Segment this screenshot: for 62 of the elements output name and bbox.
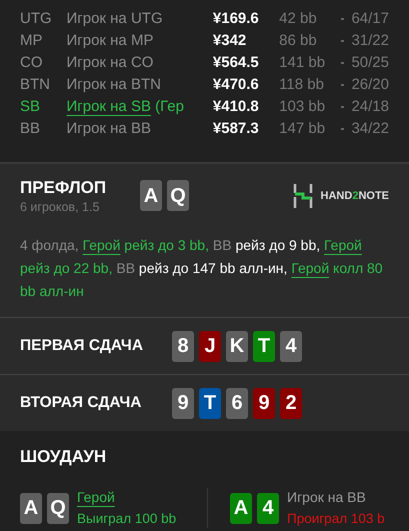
playing-card: 9 <box>253 388 275 418</box>
stack-amount: ¥564.5 <box>212 52 260 73</box>
position-label: BB <box>20 118 42 139</box>
big-blinds: 147 bb <box>279 118 326 139</box>
section-title: ШОУДАУН <box>20 447 108 467</box>
logo-text: HAND2NOTE <box>320 188 389 204</box>
position-label: SB <box>20 96 42 117</box>
playing-card: A <box>20 492 42 524</box>
playing-card: A <box>140 180 162 211</box>
position-label: BTN <box>20 74 51 95</box>
subtitle: 6 игроков, 1.5 <box>20 199 100 216</box>
big-blinds: 42 bb <box>279 8 318 29</box>
hero-link[interactable]: Герой <box>291 260 330 276</box>
playing-card: T <box>199 388 221 418</box>
position-label: UTG <box>20 8 53 29</box>
position-label: MP <box>20 30 44 51</box>
playing-card: 9 <box>172 388 194 418</box>
name-suffix: (Гер <box>154 96 184 117</box>
stack-amount: ¥342 <box>212 30 248 51</box>
playing-card: 4 <box>280 330 302 362</box>
big-blinds: 141 bb <box>279 52 326 73</box>
hero-link[interactable]: Герой <box>324 237 362 253</box>
playing-card: 2 <box>280 388 302 418</box>
playing-card: Q <box>47 492 69 524</box>
player-name: Игрок на CO <box>66 52 154 73</box>
player-name: Игрок на MP <box>66 30 154 51</box>
playing-card: J <box>199 330 221 362</box>
section-title: ВТОРАЯ СДАЧА <box>20 393 142 414</box>
stack-amount: ¥410.8 <box>212 96 260 117</box>
player-name: Игрок на BTN <box>66 74 161 95</box>
result-text: Проиграл 103 b <box>287 510 385 528</box>
playing-card: 4 <box>257 492 279 524</box>
playing-card: T <box>253 330 275 362</box>
player-stats: 24/18 <box>351 96 389 117</box>
big-blinds: 103 bb <box>279 96 326 117</box>
playing-card: K <box>226 330 248 362</box>
stack-amount: ¥169.6 <box>212 8 260 29</box>
player-name: Игрок на BB <box>66 118 151 139</box>
playing-card: Q <box>167 180 189 211</box>
section-title: ПЕРВАЯ СДАЧА <box>20 336 144 356</box>
player-name: Игрок на BB <box>287 488 366 507</box>
result-text: Выиграл 100 bb <box>77 510 176 528</box>
player-stats: 64/17 <box>351 8 389 29</box>
playing-card: 6 <box>226 388 248 418</box>
player-stats: 34/22 <box>351 118 389 139</box>
stack-amount: ¥470.6 <box>212 74 260 95</box>
player-name[interactable]: Игрок на SB <box>66 96 151 118</box>
player-name[interactable]: Герой <box>77 487 115 508</box>
action-log: 4 фолда, Герой рейз до 3 bb, BB рейз до 9 bb, Герой рейз до 22 bb, BB рейз до 147 bb алл-ин, Герой колл 80 bb алл-ин <box>20 236 384 301</box>
player-name: Игрок на UTG <box>66 8 163 29</box>
hero-link[interactable]: Герой <box>82 237 120 253</box>
playing-card: A <box>230 492 252 524</box>
player-stats: 50/25 <box>351 52 389 73</box>
big-blinds: 86 bb <box>279 30 318 51</box>
section-title: ПРЕФЛОП <box>20 178 108 198</box>
logo-icon <box>292 184 313 208</box>
stack-amount: ¥587.3 <box>212 118 260 139</box>
position-label: CO <box>20 52 44 73</box>
big-blinds: 118 bb <box>279 74 325 95</box>
player-stats: 26/20 <box>351 74 389 95</box>
player-stats: 31/22 <box>351 30 389 51</box>
playing-card: 8 <box>172 330 194 362</box>
